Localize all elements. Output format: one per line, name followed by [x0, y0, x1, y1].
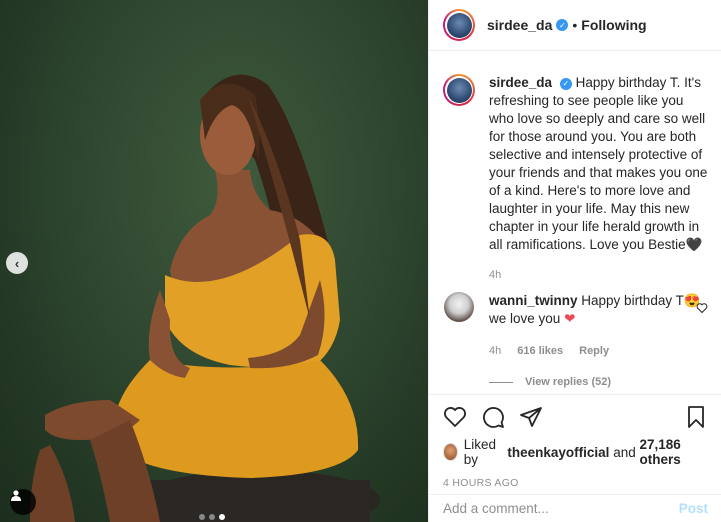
caption-text: Happy birthday T. It's refreshing to see… [489, 75, 708, 252]
liked-by-others[interactable]: 27,186 others [640, 437, 709, 467]
caption-time[interactable]: 4h [489, 266, 501, 284]
post-comment-button[interactable]: Post [679, 501, 708, 516]
comment-username[interactable]: wanni_twinny [489, 293, 578, 308]
comment-bubble-icon[interactable] [481, 405, 505, 429]
chevron-left-icon: ‹ [14, 255, 20, 271]
post-photo[interactable]: ‹ [0, 0, 428, 522]
post-time[interactable]: 4 HOURS AGO [443, 477, 708, 489]
carousel-dot [199, 514, 205, 520]
comment-time[interactable]: 4h [489, 342, 501, 360]
comment-item: wanni_twinny Happy birthday T😍 we love y… [443, 292, 708, 360]
liked-by: Liked by theenkayofficial and 27,186 oth… [443, 437, 708, 467]
comment-input[interactable] [443, 501, 679, 516]
share-paper-plane-icon[interactable] [519, 405, 543, 429]
carousel-prev-button[interactable]: ‹ [6, 252, 28, 274]
caption: sirdee_da ✓ Happy birthday T. It's refre… [443, 74, 708, 284]
following-button[interactable]: Following [581, 17, 646, 33]
author-avatar[interactable] [443, 9, 475, 41]
user-tag-icon [11, 490, 21, 501]
post-header: sirdee_da ✓ • Following [429, 0, 721, 51]
carousel-dot [209, 514, 215, 520]
reply-button[interactable]: Reply [579, 342, 609, 360]
view-replies-label: View replies (52) [525, 376, 612, 388]
comment-composer: Post [429, 494, 721, 522]
verified-badge-icon: ✓ [559, 78, 572, 90]
comments-list[interactable]: sirdee_da ✓ Happy birthday T. It's refre… [429, 52, 721, 394]
separator-dot: • [572, 17, 578, 33]
post-sidebar: sirdee_da ✓ • Following sirdee_da ✓ Happ… [428, 0, 721, 522]
photo-illustration [30, 74, 380, 522]
like-heart-icon[interactable] [443, 405, 467, 429]
comment-text: Happy birthday T😍 [581, 293, 701, 308]
post-actions: Liked by theenkayofficial and 27,186 oth… [429, 394, 721, 494]
comment-text-line2: we love you [489, 311, 561, 326]
red-heart-icon: ❤ [564, 311, 576, 326]
liked-by-user[interactable]: theenkayofficial [507, 445, 609, 460]
like-comment-heart-icon[interactable] [696, 302, 708, 314]
save-bookmark-icon[interactable] [684, 405, 708, 429]
liked-by-prefix: Liked by [463, 437, 496, 467]
verified-badge-icon: ✓ [556, 19, 569, 31]
comment-likes[interactable]: 616 likes [517, 342, 563, 360]
liker-avatar[interactable] [443, 443, 458, 461]
caption-username[interactable]: sirdee_da [489, 75, 552, 90]
carousel-indicator [199, 514, 225, 520]
carousel-dot-active [219, 514, 225, 520]
user-tag-button[interactable] [10, 489, 36, 515]
author-username[interactable]: sirdee_da [487, 17, 552, 33]
view-replies-button[interactable]: View replies (52) [489, 376, 708, 388]
comment-avatar[interactable] [444, 292, 474, 322]
liked-by-and: and [613, 444, 636, 460]
caption-avatar[interactable] [443, 74, 475, 106]
